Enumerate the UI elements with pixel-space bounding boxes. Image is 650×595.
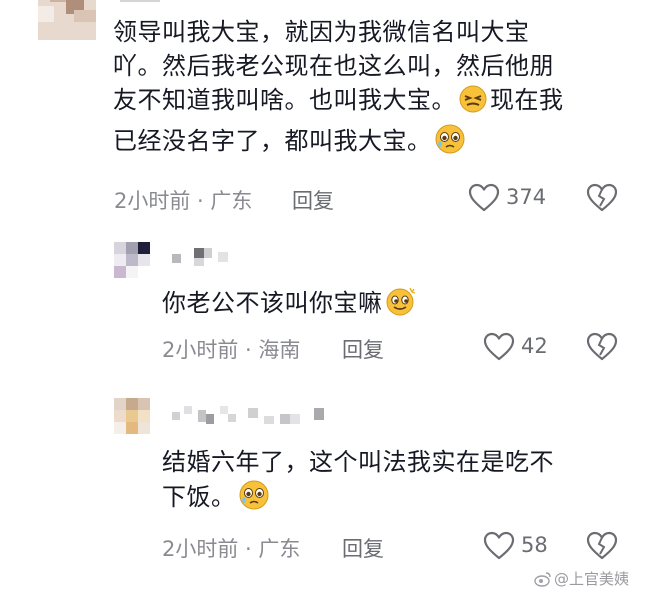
comment-line: 已经没名字了，都叫我大宝。 (113, 123, 623, 164)
reply-button[interactable]: 回复 (342, 533, 384, 563)
comment-meta: 2小时前 · 海南 (162, 338, 301, 362)
like-count: 58 (521, 533, 548, 557)
comment-line: 下饭。 (162, 479, 612, 520)
like-heart-icon[interactable] (483, 531, 515, 565)
comment-line: 领导叫我大宝，就因为我微信名叫大宝 (113, 18, 530, 46)
comment-meta: 2小时前 · 广东 (114, 189, 253, 213)
username-pixelated[interactable] (120, 0, 160, 2)
dislike-broken-heart-icon[interactable] (586, 531, 618, 565)
teary-face-emoji-icon (434, 123, 466, 164)
comment-meta: 2小时前 · 广东 (162, 537, 301, 561)
watermark: @上官美姨 (534, 568, 629, 591)
username-pixelated[interactable] (168, 244, 238, 266)
comment-line: 吖。然后我老公现在也这么叫，然后他朋 (113, 52, 554, 80)
like-heart-icon[interactable] (483, 332, 515, 366)
reply-button[interactable]: 回复 (342, 334, 384, 364)
teary-face-emoji-icon (238, 479, 270, 520)
squint-face-emoji-icon (458, 84, 488, 123)
reply-button[interactable]: 回复 (292, 185, 334, 215)
avatar[interactable] (114, 242, 150, 278)
comment-text: 你老公不该叫你宝嘛 (162, 285, 602, 326)
dislike-broken-heart-icon[interactable] (586, 332, 618, 366)
watermark-text: @上官美姨 (554, 570, 630, 588)
dislike-broken-heart-icon[interactable] (586, 183, 618, 217)
comment-line: 结婚六年了，这个叫法我实在是吃不 (162, 448, 554, 476)
comment-line: 你老公不该叫你宝嘛 (162, 285, 602, 326)
avatar[interactable] (38, 0, 96, 40)
username-pixelated[interactable] (168, 404, 338, 428)
comment-text: 结婚六年了，这个叫法我实在是吃不 下饭。 (162, 445, 612, 520)
blushing-smile-emoji-icon (385, 285, 417, 326)
avatar[interactable] (114, 398, 150, 434)
like-heart-icon[interactable] (468, 183, 500, 217)
like-count: 374 (506, 185, 547, 209)
comment-text: 领导叫我大宝，就因为我微信名叫大宝 吖。然后我老公现在也这么叫，然后他朋 友不知… (113, 15, 623, 164)
weibo-logo-icon (534, 571, 552, 591)
comment-line: 友不知道我叫啥。也叫我大宝。 现在我 (113, 83, 623, 123)
like-count: 42 (521, 334, 548, 358)
